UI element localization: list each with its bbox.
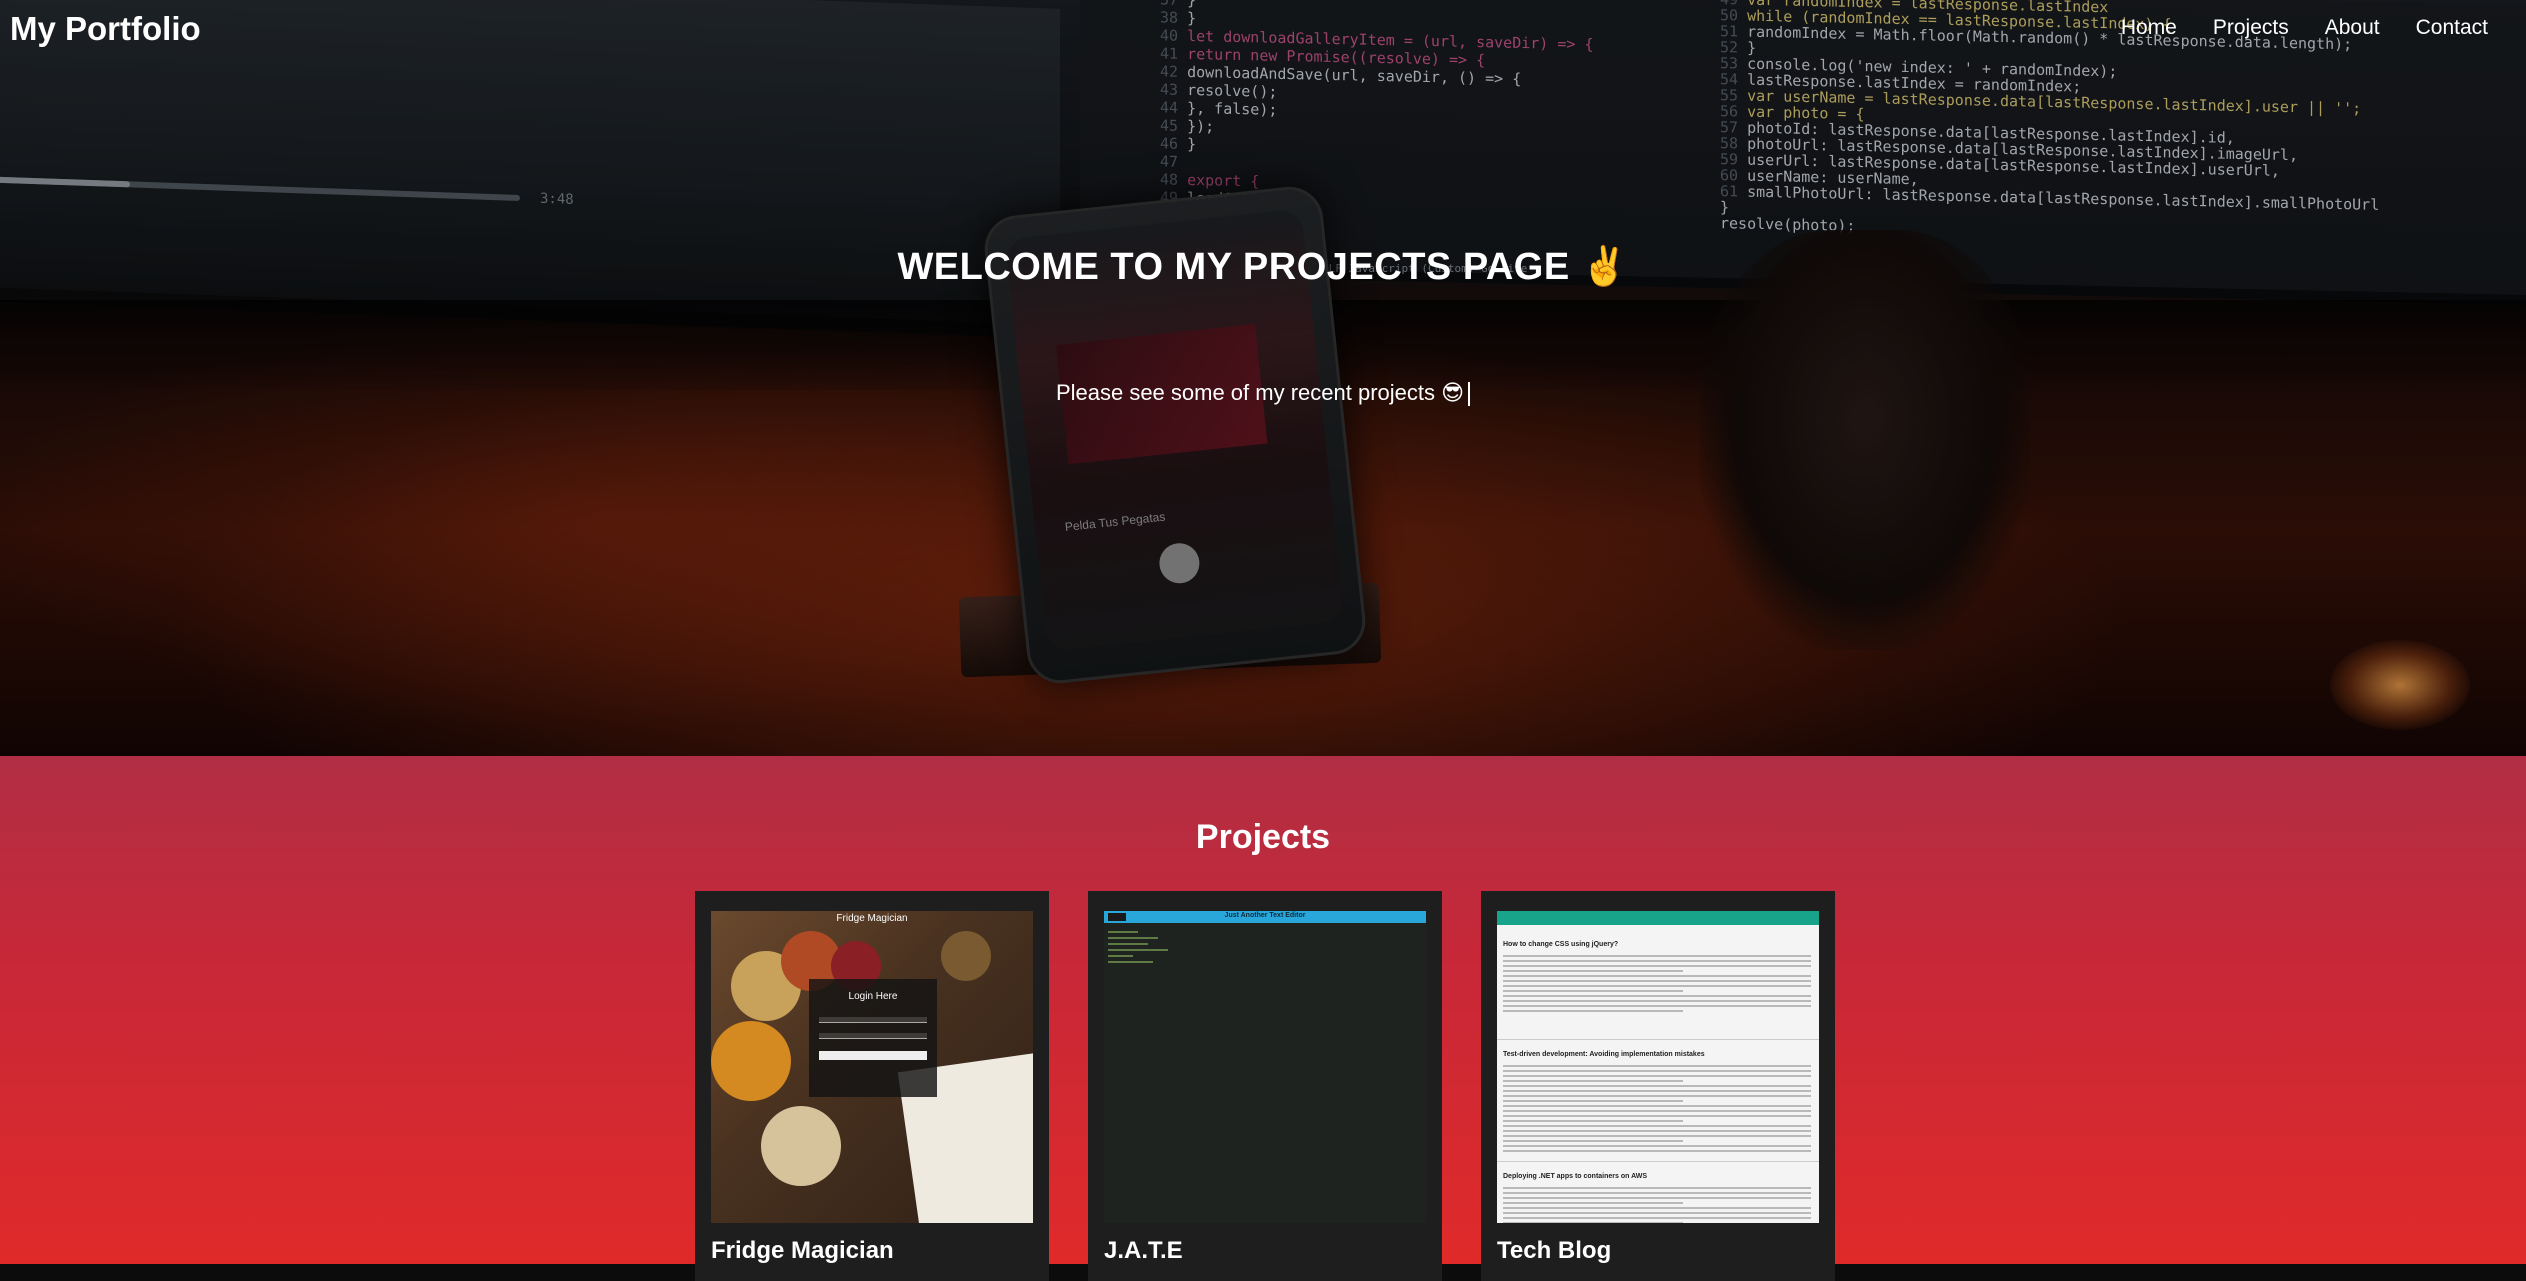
projects-section: Projects Fridge Magician Login Here Frid… (0, 756, 2526, 1281)
thumb-text-line (1503, 1070, 1811, 1072)
thumb-text-line (1503, 1080, 1683, 1082)
thumb-text-line (1503, 1105, 1811, 1107)
top-navbar: My Portfolio Home Projects About Contact (0, 0, 2526, 60)
thumb-text-line (1503, 990, 1683, 992)
thumb-text-line (1503, 1110, 1811, 1112)
thumb-install-button (1108, 913, 1126, 921)
thumb-login-box: Login Here (809, 979, 937, 1097)
thumb-text-line (1503, 1192, 1811, 1194)
thumb-text-line (1503, 1115, 1811, 1117)
thumb-text-line (1503, 1065, 1811, 1067)
nav-link-home[interactable]: Home (2103, 16, 2195, 40)
thumb-text-line (1503, 1207, 1811, 1209)
project-thumbnail[interactable]: Fridge Magician Login Here (711, 911, 1033, 1223)
hero-subtitle: Please see some of my recent projects 😎 (0, 380, 2526, 407)
thumb-text-line (1503, 975, 1811, 977)
thumb-text-line (1503, 1100, 1683, 1102)
project-thumbnail[interactable]: How to change CSS using jQuery? Test-dri… (1497, 911, 1819, 1223)
thumb-text-line (1503, 1010, 1683, 1012)
thumb-text-line (1503, 1202, 1683, 1204)
nav-link-contact[interactable]: Contact (2398, 16, 2506, 40)
thumb-text-line (1503, 1217, 1811, 1219)
hero-overlay (0, 0, 2526, 756)
thumb-text-line (1503, 1120, 1683, 1122)
projects-heading: Projects (1195, 818, 1331, 856)
thumb-text-line (1503, 1090, 1811, 1092)
thumb-post-title: Deploying .NET apps to containers on AWS (1503, 1173, 1648, 1180)
hero-subtitle-text: Please see some of my recent projects 😎 (1055, 380, 1465, 405)
thumb-text-line (1503, 1130, 1811, 1132)
thumb-text-line (1503, 1135, 1811, 1137)
thumb-text-line (1503, 1222, 1683, 1223)
thumb-text-line (1503, 1125, 1811, 1127)
thumb-text-line (1503, 1140, 1683, 1142)
thumb-text-line (1503, 1085, 1811, 1087)
thumb-post-title: Test-driven development: Avoiding implem… (1503, 1051, 1705, 1058)
project-card-tech-blog[interactable]: How to change CSS using jQuery? Test-dri… (1481, 891, 1835, 1281)
project-title: Fridge Magician (711, 1237, 894, 1264)
thumb-text-line (1503, 1150, 1811, 1152)
thumb-text-line (1503, 1075, 1811, 1077)
hero-section: 3:48 37 } 38 } 40 let downloadGalleryIte… (0, 0, 2526, 756)
thumb-text-line (1503, 970, 1683, 972)
thumb-text-line (1503, 980, 1811, 982)
project-title: J.A.T.E (1104, 1237, 1183, 1264)
project-card-fridge-magician[interactable]: Fridge Magician Login Here Fridge Magici… (695, 891, 1049, 1281)
thumb-text-line (1503, 1000, 1811, 1002)
project-title: Tech Blog (1497, 1237, 1612, 1264)
hero-title: WELCOME TO MY PROJECTS PAGE ✌️ (897, 246, 1629, 288)
thumb-text-line (1503, 1187, 1811, 1189)
brand-logo[interactable]: My Portfolio (10, 10, 201, 48)
thumb-text-line (1503, 1005, 1811, 1007)
thumb-text-line (1503, 960, 1811, 962)
thumb-text-line (1503, 1145, 1811, 1147)
nav-links: Home Projects About Contact (2103, 16, 2506, 40)
thumb-text-line (1503, 965, 1811, 967)
project-card-jate[interactable]: Just Another Text Editor J.A.T.E (1088, 891, 1442, 1281)
thumb-text-line (1503, 995, 1811, 997)
thumb-text-line (1503, 985, 1811, 987)
thumb-text-line (1503, 1095, 1811, 1097)
typing-cursor (1468, 382, 1471, 407)
project-thumbnail[interactable]: Just Another Text Editor (1104, 911, 1426, 1223)
thumb-text-line (1503, 1197, 1811, 1199)
nav-link-about[interactable]: About (2307, 16, 2398, 40)
thumb-text-line (1503, 1212, 1811, 1214)
thumb-site-name: Fridge Magician (836, 913, 908, 924)
nav-link-projects[interactable]: Projects (2195, 16, 2307, 40)
thumb-text-line (1503, 955, 1811, 957)
thumb-post-title: How to change CSS using jQuery? (1503, 941, 1619, 948)
